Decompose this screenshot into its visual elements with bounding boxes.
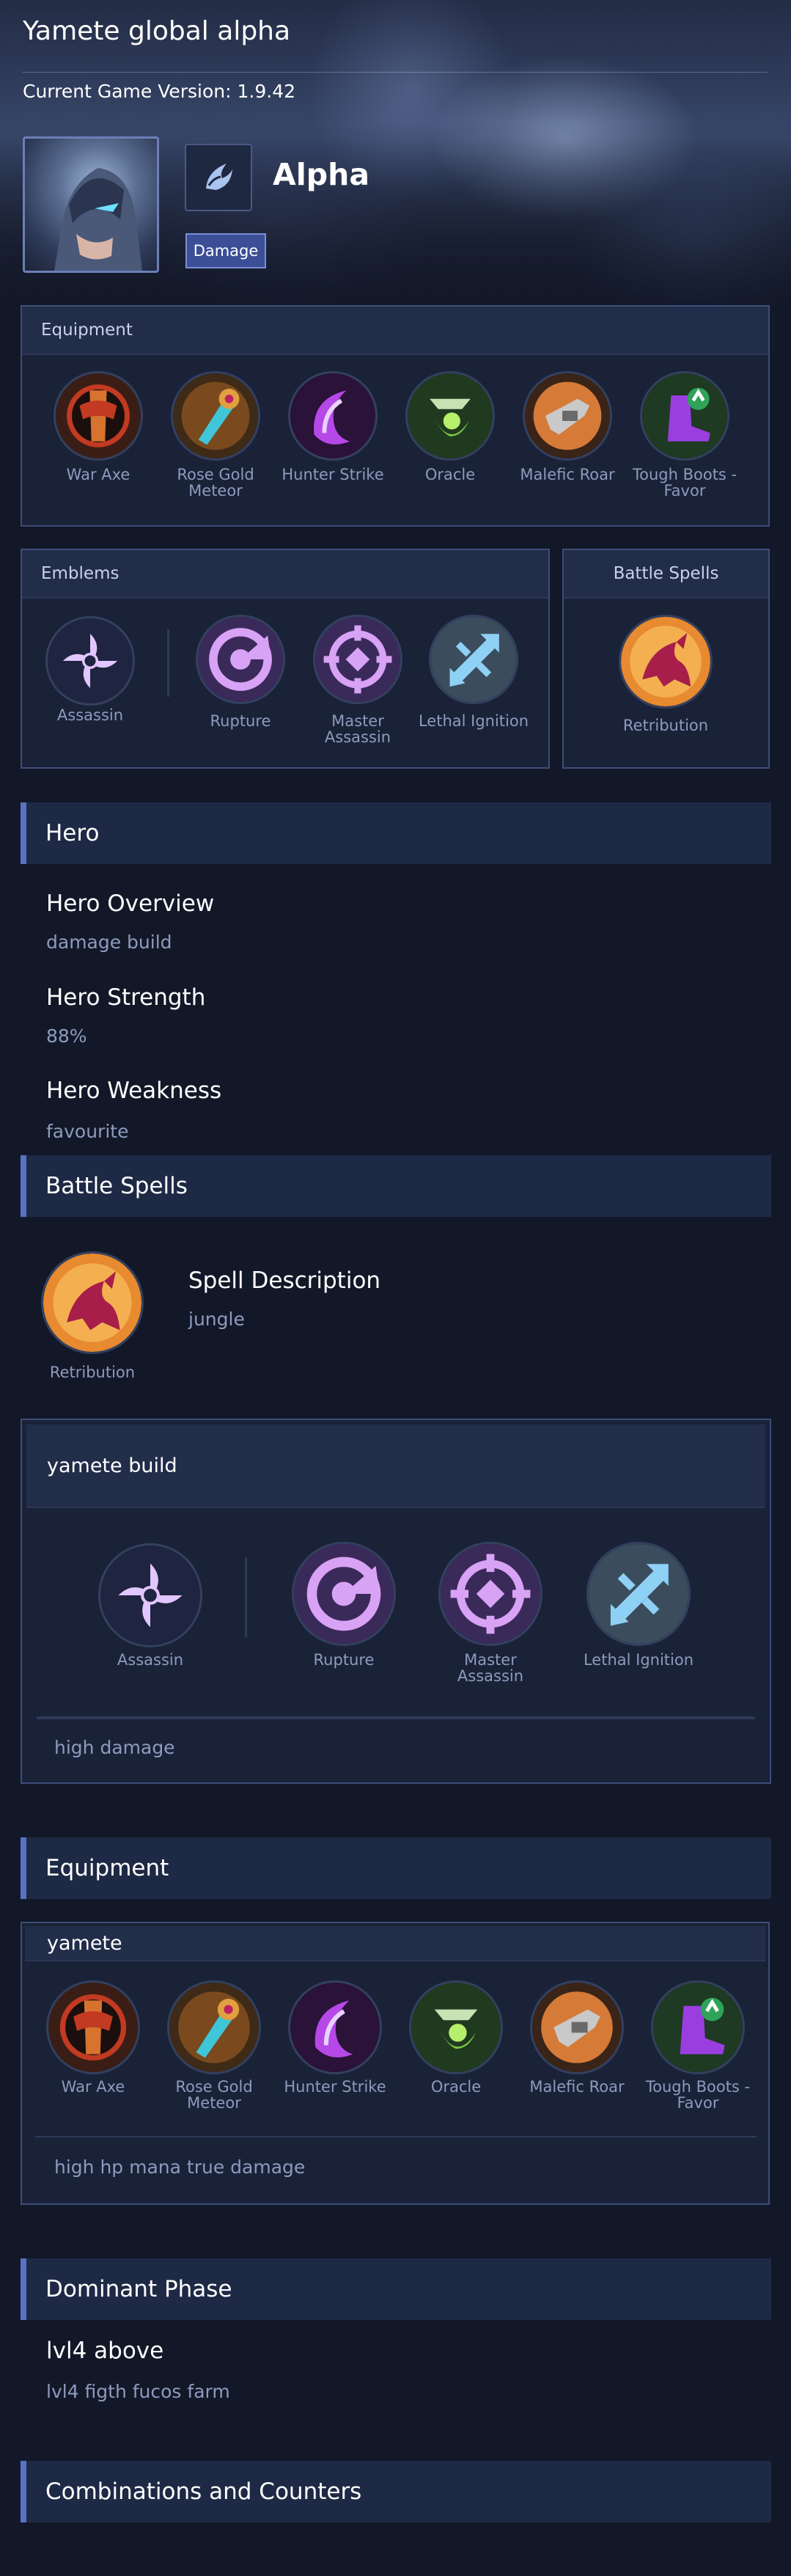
hero-section-heading: Hero [21,802,771,864]
equipment-build-item-label: Tough Boots - Favor [645,2078,751,2112]
rupture-icon[interactable] [292,1542,396,1646]
build-card-note: high damage [54,1737,175,1758]
emblems-panel-heading: Emblems [22,550,548,599]
build-emblem-label: Assassin [117,1651,184,1669]
battle-spell-label: Retribution [622,717,709,734]
equipment-item-label: Rose Gold Meteor [177,466,254,500]
master-assassin-icon[interactable] [313,615,402,704]
rupture-icon[interactable] [196,615,285,704]
equipment-panel-heading: Equipment [22,307,768,355]
build-talent-label: Rupture [313,1651,375,1669]
role-badge[interactable]: Damage [185,233,266,268]
title-divider [23,72,768,73]
spell-description-text: jungle [188,1309,245,1330]
hero-overview-text: damage build [46,932,172,953]
equipment-build-item-label: Rose Gold Meteor [175,2078,253,2112]
build-card-title: yamete build [26,1424,765,1508]
retribution-icon[interactable] [619,615,713,709]
emblem-separator [167,629,169,697]
lethal-ignition-icon[interactable] [586,1542,691,1646]
build-card-divider [37,1716,755,1719]
equipment-item-label: War Axe [66,466,130,483]
equipment-card-note: high hp mana true damage [54,2156,306,2178]
build-talent-label: Lethal Ignition [583,1651,694,1669]
master-assassin-icon[interactable] [438,1542,542,1646]
equipment-build-card: yamete high hp mana true damage [21,1922,770,2205]
equipment-build-item-war-axe-icon[interactable] [46,1980,140,2074]
equipment-item-war-axe-icon[interactable] [54,371,143,461]
equipment-item-label: Tough Boots - Favor [632,466,737,500]
battle-spells-section-heading: Battle Spells [21,1155,771,1217]
hero-weakness-text: favourite [46,1121,129,1142]
equipment-build-item-label: Oracle [430,2078,482,2096]
equipment-build-item-oracle-icon[interactable] [409,1980,503,2074]
spell-description-title: Spell Description [188,1267,381,1294]
spell-label: Retribution [49,1364,136,1381]
emblem-main-label: Assassin [56,706,124,724]
equipment-build-item-rose-gold-meteor-icon[interactable] [167,1980,261,2074]
equipment-item-rose-gold-meteor-icon[interactable] [171,371,260,461]
fighter-claw-icon [185,144,252,211]
dominant-phase-title: lvl4 above [46,2338,164,2364]
assassin-emblem-icon[interactable] [98,1543,202,1647]
equipment-build-item-label: Hunter Strike [284,2078,386,2096]
emblem-talent-label: Rupture [210,712,271,730]
equipment-card-divider [35,2136,757,2137]
hero-strength-title: Hero Strength [46,984,206,1011]
equipment-card-title: yamete [25,1926,765,1961]
hero-portrait-art [54,168,142,271]
equipment-item-label: Malefic Roar [520,466,615,483]
equipment-item-hunter-strike-icon[interactable] [288,371,378,461]
equipment-item-label: Oracle [424,466,476,483]
equipment-item-malefic-roar-icon[interactable] [523,371,612,461]
equipment-item-oracle-icon[interactable] [405,371,495,461]
build-talent-label: Master Assassin [457,1651,524,1685]
page-title: Yamete global alpha [23,16,291,46]
battle-spells-panel-heading: Battle Spells [564,550,768,599]
hero-overview-title: Hero Overview [46,890,215,917]
equipment-build-item-hunter-strike-icon[interactable] [288,1980,382,2074]
hero-portrait [23,136,159,273]
equipment-build-item-label: War Axe [61,2078,125,2096]
combinations-counters-heading: Combinations and Counters [21,2461,771,2522]
equipment-build-item-malefic-roar-icon[interactable] [530,1980,624,2074]
equipment-item-tough-boots-favor-icon[interactable] [640,371,729,461]
equipment-build-item-label: Malefic Roar [529,2078,625,2096]
equipment-item-label: Hunter Strike [282,466,384,483]
dominant-phase-heading: Dominant Phase [21,2258,771,2320]
hero-name: Alpha [273,157,369,192]
hero-strength-text: 88% [46,1025,87,1047]
dominant-phase-text: lvl4 figth fucos farm [46,2381,230,2402]
assassin-emblem-icon[interactable] [45,616,135,706]
lethal-ignition-icon[interactable] [429,615,518,704]
emblem-separator [245,1558,247,1637]
retribution-icon[interactable] [41,1251,144,1354]
emblem-talent-label: Master Assassin [324,712,391,746]
hero-weakness-title: Hero Weakness [46,1077,222,1104]
equipment-section-heading: Equipment [21,1837,771,1899]
emblem-talent-label: Lethal Ignition [418,712,529,730]
equipment-build-item-tough-boots-favor-icon[interactable] [651,1980,745,2074]
game-version: Current Game Version: 1.9.42 [23,81,296,102]
